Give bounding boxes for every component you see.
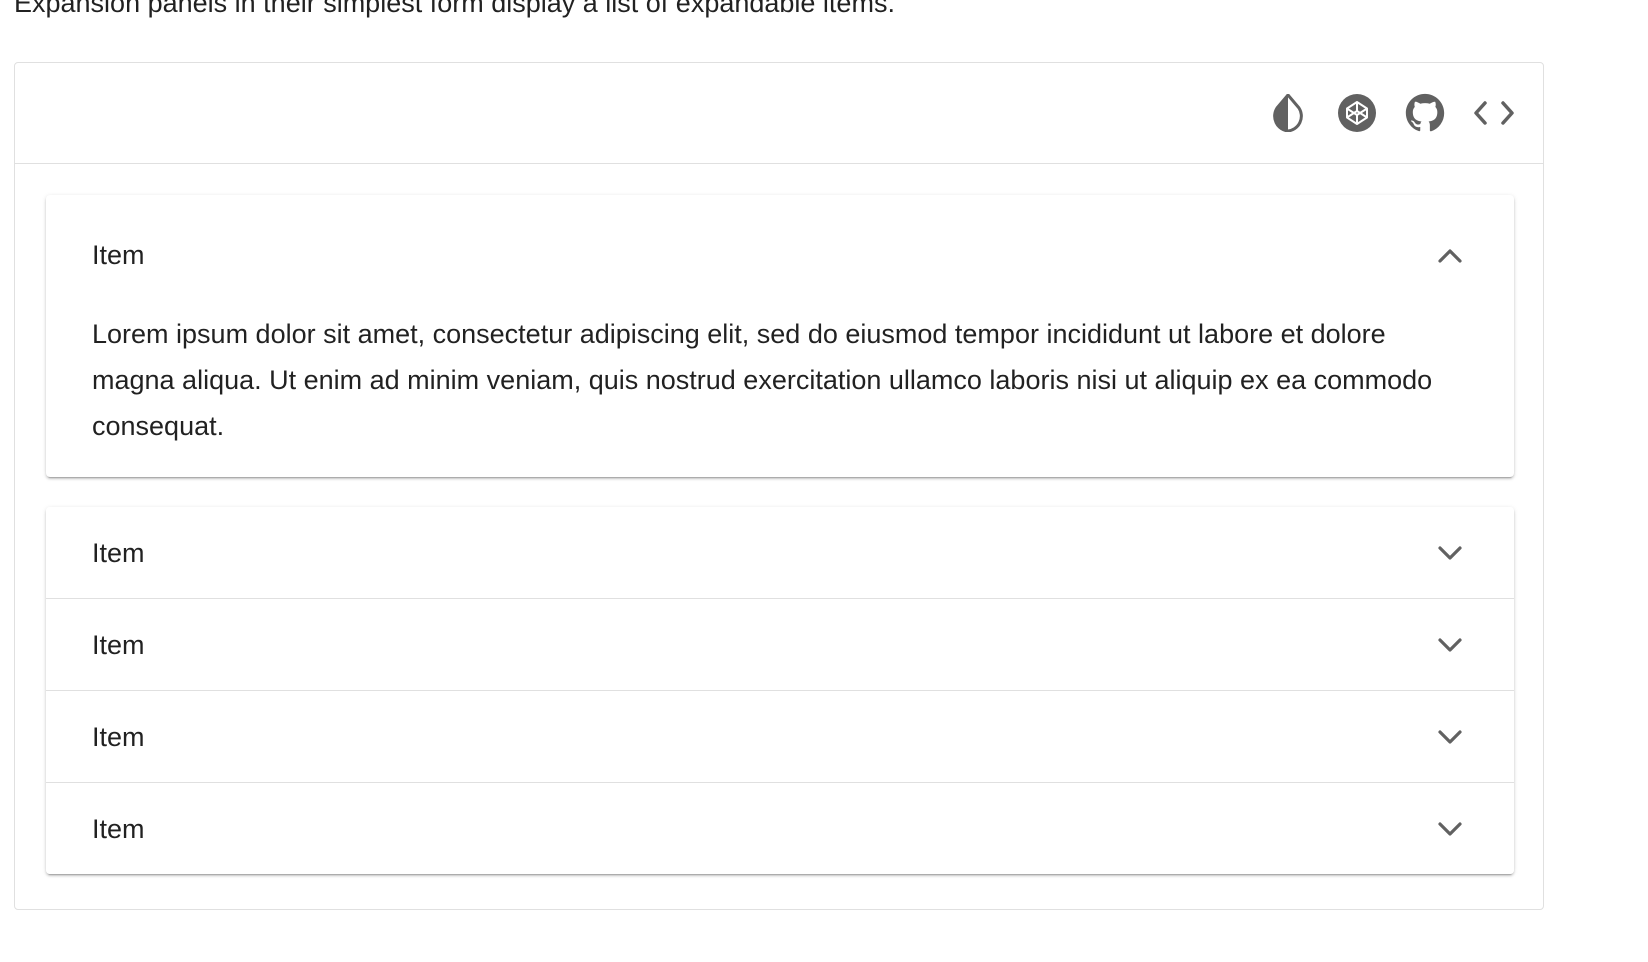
codepen-icon: [1338, 94, 1376, 132]
expansion-panel: Item Lorem ipsum dolor sit amet, consect…: [46, 195, 1514, 477]
panel-title: Item: [92, 813, 145, 844]
panel-title: Item: [92, 629, 145, 660]
invert-colors-icon: [1273, 94, 1303, 132]
chevron-down-icon: [1432, 627, 1468, 663]
codepen-button[interactable]: [1333, 89, 1381, 137]
expansion-panel-header[interactable]: Item: [46, 783, 1514, 874]
expansion-panel-header[interactable]: Item: [46, 507, 1514, 598]
expansion-panel-header[interactable]: Item: [46, 195, 1514, 317]
view-source-button[interactable]: [1470, 89, 1518, 137]
expansion-panel-header[interactable]: Item: [46, 691, 1514, 782]
example-card: Item Lorem ipsum dolor sit amet, consect…: [14, 62, 1544, 910]
expansion-panel: Item: [46, 782, 1514, 874]
code-icon: [1474, 101, 1514, 125]
collapsed-panels-group: Item Item Item Item: [46, 507, 1514, 874]
github-button[interactable]: [1401, 89, 1449, 137]
chevron-down-icon: [1432, 811, 1468, 847]
expansion-panel: Item: [46, 507, 1514, 598]
example-toolbar: [15, 63, 1543, 164]
panel-title: Item: [92, 537, 145, 568]
expansion-panel: Item: [46, 598, 1514, 690]
expansion-panels: Item Lorem ipsum dolor sit amet, consect…: [46, 195, 1514, 874]
invert-colors-button[interactable]: [1264, 89, 1312, 137]
chevron-down-icon: [1432, 535, 1468, 571]
chevron-up-icon: [1432, 238, 1468, 274]
intro-text: Expansion panels in their simplest form …: [14, 0, 895, 18]
panel-content: Lorem ipsum dolor sit amet, consectetur …: [92, 319, 1433, 441]
panel-title: Item: [92, 240, 145, 270]
chevron-down-icon: [1432, 719, 1468, 755]
github-icon: [1405, 93, 1445, 132]
expansion-panel: Item: [46, 690, 1514, 782]
expansion-panel-header[interactable]: Item: [46, 599, 1514, 690]
panel-title: Item: [92, 721, 145, 752]
